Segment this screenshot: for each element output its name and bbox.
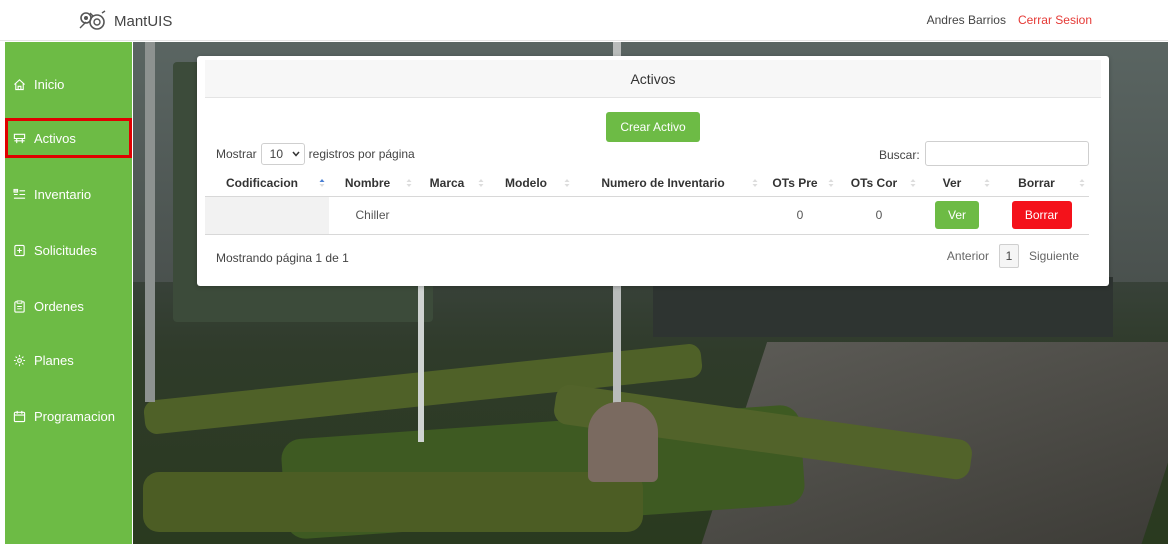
page-length-select[interactable]: 10 [260, 143, 305, 165]
sidebar-item-label: Planes [34, 352, 74, 368]
sidebar-item-programacion[interactable]: Programacion [5, 396, 132, 436]
user-name: Andres Barrios [926, 13, 1006, 27]
top-header: MantUIS Andres Barrios Cerrar Sesion [0, 0, 1168, 41]
col-header-marca[interactable]: Marca [416, 170, 488, 197]
inventory-icon [13, 188, 26, 199]
cell-marca [416, 196, 488, 235]
sidebar-item-label: Activos [34, 130, 76, 146]
pagination: Anterior 1 Siguiente [947, 244, 1079, 268]
table-row: Chiller 0 0 Ver Borrar [205, 196, 1089, 235]
view-button[interactable]: Ver [935, 201, 979, 229]
assets-table: Codificacion Nombre Marca Modelo Numero … [205, 170, 1089, 235]
sort-asc-icon [319, 179, 325, 187]
sort-icon [478, 179, 484, 187]
col-header-inventario[interactable]: Numero de Inventario [574, 170, 762, 197]
col-header-ver[interactable]: Ver [920, 170, 994, 197]
clipboard-icon [14, 299, 25, 313]
sidebar-item-label: Solicitudes [34, 242, 97, 258]
cell-ots-pre: 0 [762, 196, 838, 235]
table-header-row: Codificacion Nombre Marca Modelo Numero … [205, 170, 1089, 197]
panel-title: Activos [205, 60, 1101, 98]
gear-icon [13, 354, 26, 366]
search-input[interactable] [925, 141, 1089, 166]
brand[interactable]: MantUIS [78, 10, 172, 32]
cell-codificacion [205, 196, 329, 235]
page-length-value: 10 [269, 147, 284, 161]
sidebar-item-label: Programacion [34, 408, 115, 424]
cell-modelo [488, 196, 574, 235]
length-prefix: Mostrar [216, 147, 257, 161]
calendar-icon [13, 410, 26, 422]
user-area: Andres Barrios Cerrar Sesion [927, 13, 1092, 27]
create-asset-button[interactable]: Crear Activo [606, 112, 700, 142]
sidebar-item-ordenes[interactable]: Ordenes [5, 286, 132, 326]
chevron-down-icon [292, 151, 300, 157]
logout-link[interactable]: Cerrar Sesion [1018, 13, 1092, 27]
col-header-borrar[interactable]: Borrar [994, 170, 1089, 197]
cell-nombre: Chiller [329, 196, 416, 235]
pager-prev[interactable]: Anterior [947, 249, 989, 263]
cell-ots-cor: 0 [838, 196, 920, 235]
sidebar-item-planes[interactable]: Planes [5, 340, 132, 380]
brand-logo-icon [79, 10, 106, 30]
col-header-codificacion[interactable]: Codificacion [205, 170, 329, 197]
sort-icon [406, 179, 412, 187]
sort-icon [752, 179, 758, 187]
delete-button[interactable]: Borrar [1011, 201, 1072, 229]
length-suffix: registros por página [308, 147, 415, 161]
sort-icon [910, 179, 916, 187]
pager-next[interactable]: Siguiente [1029, 249, 1079, 263]
request-icon [14, 244, 25, 256]
col-header-modelo[interactable]: Modelo [488, 170, 574, 197]
sort-icon [828, 179, 834, 187]
activos-panel: Activos Crear Activo Mostrar 10 registro… [197, 56, 1109, 286]
search-label: Buscar: [879, 148, 920, 162]
cell-borrar: Borrar [994, 196, 1089, 235]
sidebar-item-label: Ordenes [34, 298, 84, 314]
col-header-ots-pre[interactable]: OTs Pre [762, 170, 838, 197]
sort-icon [1079, 179, 1085, 187]
sort-icon [564, 179, 570, 187]
sort-icon [984, 179, 990, 187]
col-header-nombre[interactable]: Nombre [329, 170, 416, 197]
home-icon [14, 78, 25, 90]
sidebar-item-inicio[interactable]: Inicio [5, 64, 132, 104]
cell-ver: Ver [920, 196, 994, 235]
pager-page-1[interactable]: 1 [998, 244, 1019, 268]
page-length-control: Mostrar 10 registros por página [216, 143, 415, 165]
sidebar-item-inventario[interactable]: Inventario [5, 174, 132, 214]
col-header-ots-cor[interactable]: OTs Cor [838, 170, 920, 197]
sidebar: Inicio Activos Inventario Solicitudes Or… [5, 42, 132, 544]
cell-inventario [574, 196, 762, 235]
brand-name: MantUIS [114, 12, 173, 30]
sidebar-item-activos[interactable]: Activos [5, 118, 132, 158]
sidebar-item-solicitudes[interactable]: Solicitudes [5, 230, 132, 270]
sidebar-item-label: Inventario [34, 186, 92, 202]
table-info: Mostrando página 1 de 1 [216, 251, 349, 265]
activos-icon [13, 133, 26, 143]
sidebar-item-label: Inicio [34, 76, 65, 92]
